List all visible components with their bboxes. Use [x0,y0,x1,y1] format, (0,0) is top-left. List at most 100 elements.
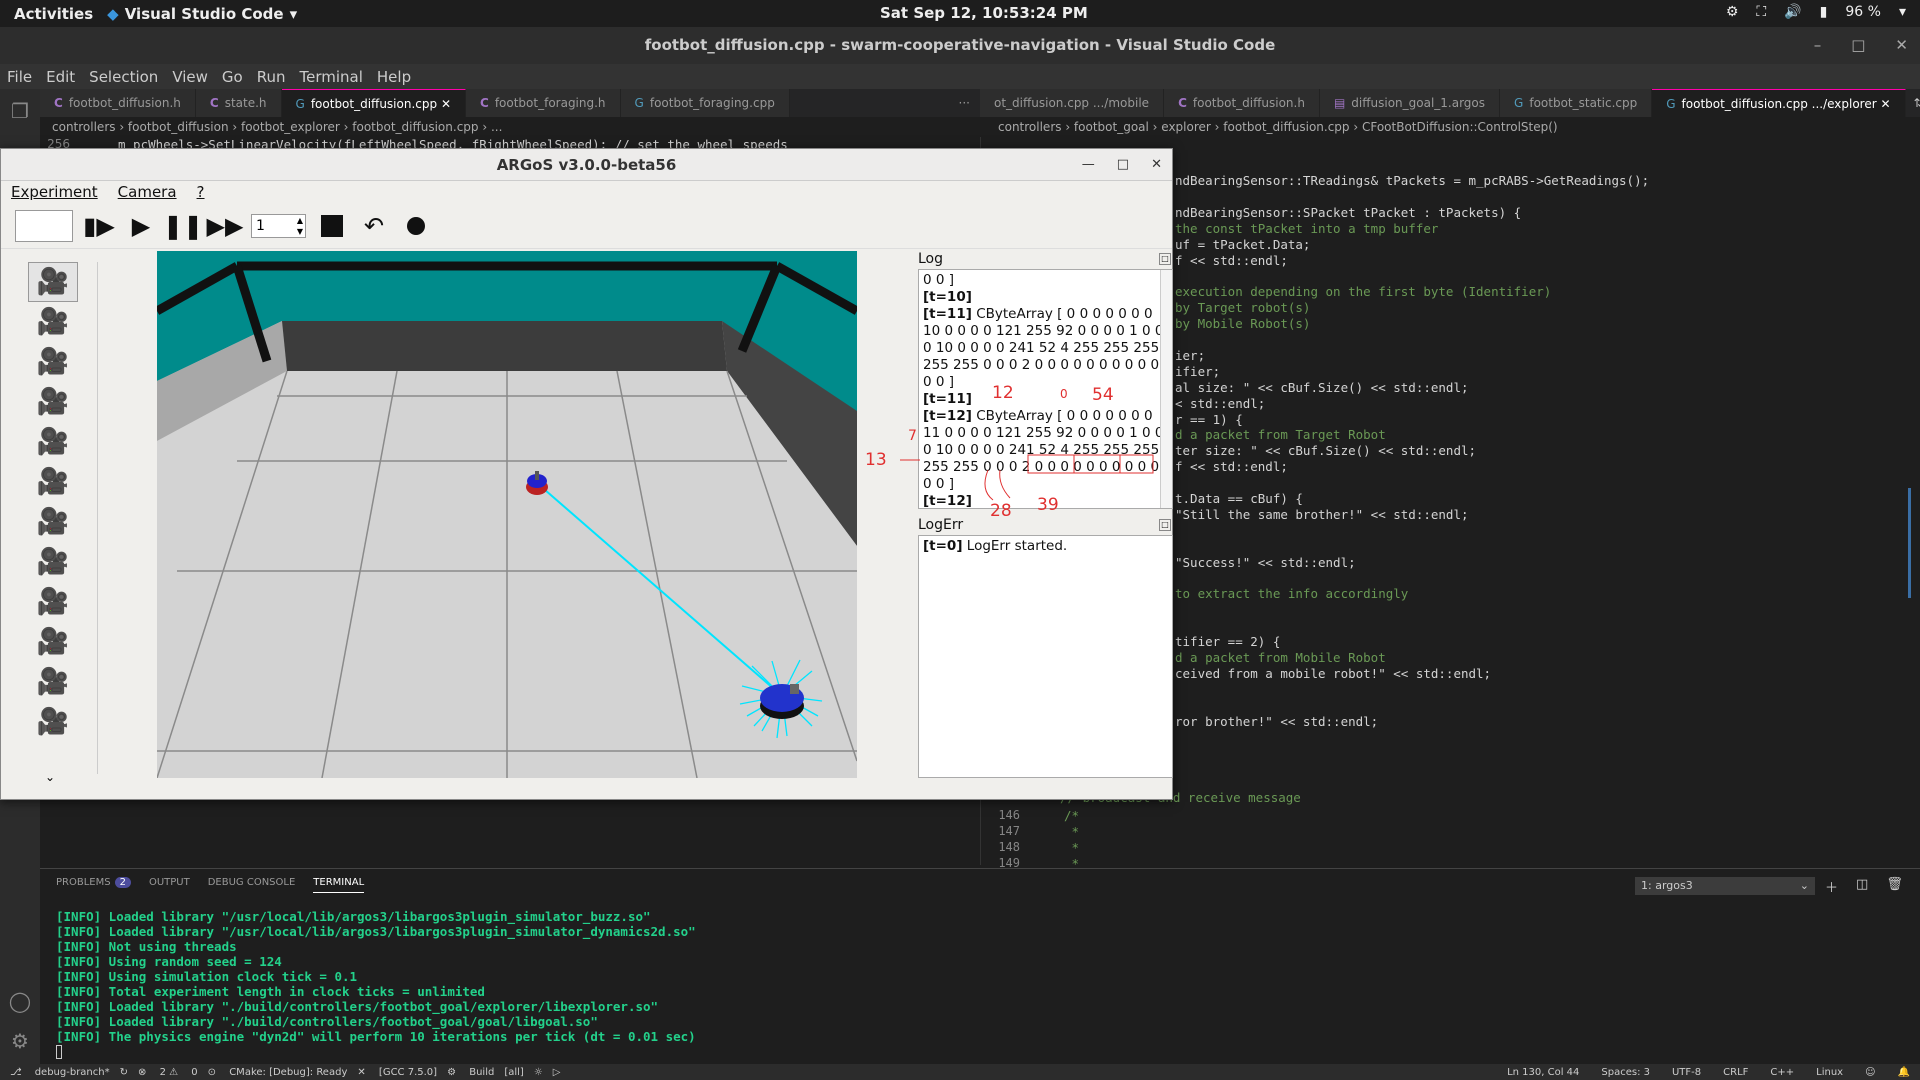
maximize-icon[interactable]: □ [1117,149,1129,181]
accessibility-icon[interactable]: ⚙ [1726,4,1739,20]
camera-icon[interactable]: 🎥 [28,462,78,502]
minimize-icon[interactable]: — [1082,149,1095,181]
tab-diffusion-goal-argos[interactable]: ▤ diffusion_goal_1.argos [1319,89,1501,117]
trash-icon[interactable]: 🗑 [1886,877,1903,896]
system-tray[interactable]: ⚙ ⛶ 🔊 ▮ 96 % ▾ [1726,4,1906,20]
tab-problems[interactable]: PROBLEMS 2 [56,877,131,893]
build-button[interactable]: ⚙ Build [447,1067,494,1078]
close-icon[interactable]: ✕ [1151,149,1162,181]
fast-forward-icon[interactable]: ▶▶ [207,210,244,242]
reset-icon[interactable]: ↶ [358,210,390,242]
camera-icon[interactable]: 🎥 [28,422,78,462]
gear-icon[interactable]: ⚙ [0,1019,40,1063]
split-terminal-icon[interactable]: ◫ [1856,877,1868,896]
tab-output[interactable]: OUTPUT [149,877,190,893]
tab-debug-console[interactable]: DEBUG CONSOLE [208,877,296,893]
chevron-down-icon[interactable]: ⌄ [45,770,55,784]
scrollbar-marker[interactable] [1908,488,1911,598]
branch-indicator[interactable]: ⎇ debug-branch* [10,1067,110,1078]
camera-icon[interactable]: 🎥 [28,542,78,582]
chevron-down-icon[interactable]: ▾ [1899,4,1906,20]
float-icon[interactable]: □ [1159,253,1171,265]
camera-icon[interactable]: 🎥 [28,342,78,382]
menu-run[interactable]: Run [250,68,293,86]
log-output[interactable]: 0 0 ] [t=10] [t=11] CByteArray [ 0 0 0 0 0… [918,269,1173,509]
left-breadcrumb[interactable]: controllers › footbot_diffusion › footbo… [52,117,502,137]
simulation-viewport[interactable] [157,251,857,778]
sync-icon[interactable]: ↻ [120,1067,128,1078]
activities-button[interactable]: Activities [0,5,107,23]
os-indicator[interactable]: Linux [1816,1067,1843,1078]
account-icon[interactable]: ◯ [0,979,40,1023]
feedback-icon[interactable]: ☺ [1865,1067,1875,1078]
eol[interactable]: CRLF [1723,1067,1748,1078]
clock[interactable]: Sat Sep 12, 10:53:24 PM [880,4,1088,22]
close-icon[interactable]: ✕ [441,97,451,111]
close-icon[interactable]: ✕ [1881,97,1891,111]
kit-select[interactable]: ✕ [GCC 7.5.0] [357,1067,437,1078]
camera-icon[interactable]: 🎥 [28,582,78,622]
bell-icon[interactable]: 🔔 [1898,1067,1910,1078]
debug-icon[interactable]: ☼ [534,1067,543,1078]
camera-icon[interactable]: 🎥 [28,702,78,742]
menu-selection[interactable]: Selection [82,68,165,86]
compare-icon[interactable]: ⇅ [1914,89,1920,117]
spinner-arrows[interactable]: ▲ ▼ [297,215,303,237]
cmake-status[interactable]: ⊙ CMake: [Debug]: Ready [208,1067,348,1078]
camera-icon[interactable]: 🎥 [28,622,78,662]
speed-spinner[interactable]: 1 ▲ ▼ [251,213,306,238]
new-terminal-icon[interactable]: ＋ [1825,877,1838,896]
right-breadcrumb[interactable]: controllers › footbot_goal › explorer › … [998,117,1558,137]
tab-footbot-foraging-h[interactable]: Cfootbot_foraging.h [466,89,621,117]
battery-icon[interactable]: ▮ [1820,4,1828,20]
network-icon[interactable]: ⛶ [1756,4,1766,20]
record-icon[interactable] [400,210,432,242]
tab-footbot-diffusion-h[interactable]: Cfootbot_diffusion.h [40,89,196,117]
tab-footbot-static-cpp[interactable]: Gfootbot_static.cpp [1500,89,1653,117]
indentation[interactable]: Spaces: 3 [1601,1067,1650,1078]
more-icon[interactable]: ··· [949,89,980,117]
menu-help[interactable]: ? [187,183,215,201]
tab-footbot-diffusion-cpp[interactable]: Gfootbot_diffusion.cpp ✕ [281,89,466,117]
problems-indicator[interactable]: ⊗ 2 ⚠ 0 [138,1067,198,1078]
close-icon[interactable]: ✕ [1895,27,1908,64]
run-icon[interactable]: ▷ [553,1067,561,1078]
pause-icon[interactable]: ❚❚ [163,210,203,242]
float-icon[interactable]: □ [1159,519,1171,531]
volume-icon[interactable]: 🔊 [1784,4,1801,20]
menu-view[interactable]: View [165,68,215,86]
tab-mobile-diffusion-cpp[interactable]: ot_diffusion.cpp .../mobile [980,89,1165,117]
step-counter[interactable] [15,209,73,242]
logerr-output[interactable]: [t=0] LogErr started. [918,535,1173,778]
play-icon[interactable]: ▶ [125,210,157,242]
scrollbar[interactable] [1160,270,1172,508]
stop-icon[interactable] [316,210,348,242]
tab-footbot-foraging-cpp[interactable]: Gfootbot_foraging.cpp [620,89,790,117]
menu-file[interactable]: File [0,68,39,86]
menu-experiment[interactable]: Experiment [1,183,108,201]
camera-icon[interactable]: 🎥 [28,502,78,542]
minimize-icon[interactable]: – [1814,27,1822,64]
tab-terminal[interactable]: TERMINAL [313,877,365,893]
camera-icon[interactable]: 🎥 [28,382,78,422]
camera-icon[interactable]: 🎥 [28,662,78,702]
encoding[interactable]: UTF-8 [1672,1067,1701,1078]
app-menu[interactable]: ◆ Visual Studio Code ▾ [107,5,297,23]
cursor-position[interactable]: Ln 130, Col 44 [1507,1067,1579,1078]
explorer-icon[interactable]: ❐ [0,89,40,133]
language-mode[interactable]: C++ [1770,1067,1794,1078]
tab-state-h[interactable]: Cstate.h [195,89,282,117]
menu-edit[interactable]: Edit [39,68,82,86]
menu-terminal[interactable]: Terminal [293,68,370,86]
tab-explorer-diffusion-cpp[interactable]: Gfootbot_diffusion.cpp .../explorer ✕ [1652,89,1906,117]
maximize-icon[interactable]: □ [1851,27,1865,64]
target-select[interactable]: [all] [504,1067,524,1078]
step-icon[interactable]: ▮▶ [83,210,115,242]
terminal-output[interactable]: [INFO] Loaded library "/usr/local/lib/ar… [56,909,696,1044]
tab-footbot-diffusion-h-right[interactable]: Cfootbot_diffusion.h [1164,89,1320,117]
menu-go[interactable]: Go [215,68,250,86]
terminal-select[interactable]: 1: argos3 ⌄ [1635,877,1815,895]
camera-icon[interactable]: 🎥 [28,262,78,302]
menu-camera[interactable]: Camera [108,183,187,201]
menu-help[interactable]: Help [370,68,418,86]
